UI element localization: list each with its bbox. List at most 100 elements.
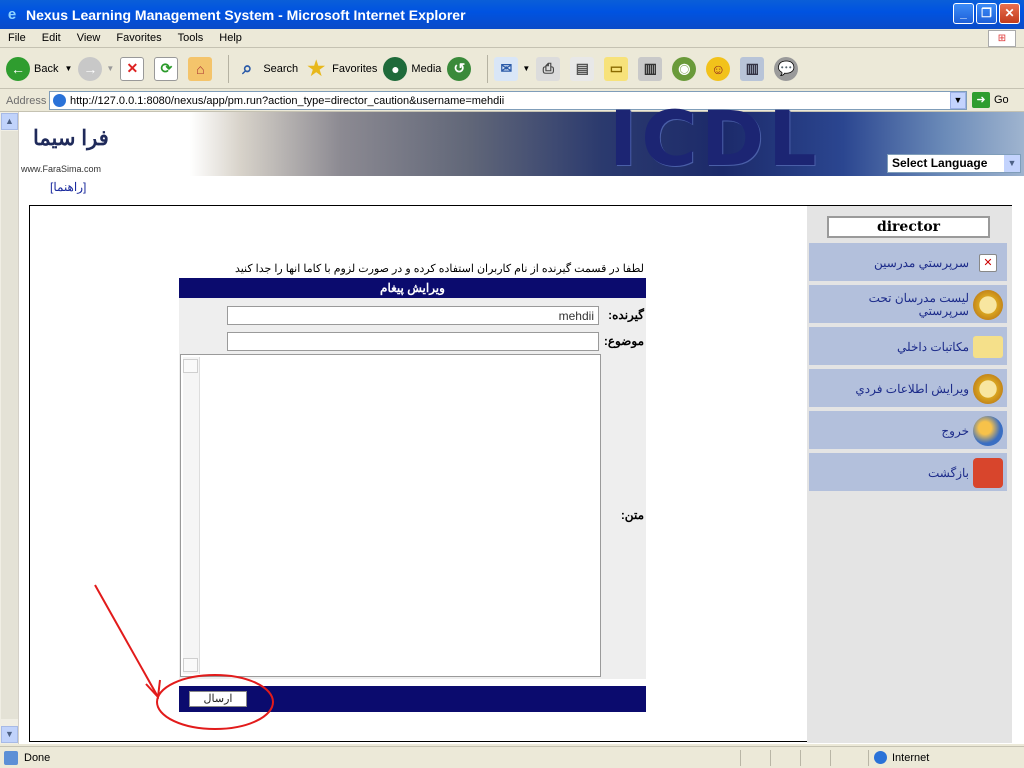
status-divider bbox=[830, 750, 831, 766]
menu-view[interactable]: View bbox=[69, 32, 109, 44]
go-label: Go bbox=[994, 94, 1009, 106]
status-bar: Done Internet bbox=[0, 746, 1024, 768]
maximize-button[interactable]: ❐ bbox=[976, 3, 997, 24]
envelope-icon bbox=[973, 336, 1003, 358]
toolbar: ← Back ▼ → ▼ ✕ ⟳ ⌂ ⌕ Search ★ Favorites … bbox=[0, 49, 1024, 89]
farasima-logo: فرا سیما bbox=[33, 127, 109, 150]
yahoo-button[interactable]: ☺ bbox=[706, 56, 734, 81]
exit-icon bbox=[973, 416, 1003, 446]
sidebar-item-label: خروج bbox=[941, 423, 969, 438]
menu-edit[interactable]: Edit bbox=[34, 32, 69, 44]
minimize-button[interactable]: _ bbox=[953, 3, 974, 24]
menu-tools[interactable]: Tools bbox=[170, 32, 212, 44]
sidebar: director ✕ سرپرستي مدرسين ليست مدرسان تح… bbox=[807, 206, 1012, 743]
address-dropdown-icon[interactable]: ▼ bbox=[950, 92, 966, 109]
form-footer: ارسال bbox=[179, 686, 646, 712]
go-arrow-icon: ➜ bbox=[972, 92, 990, 108]
compose-form: گيرنده: موضوع: متن: bbox=[179, 298, 646, 679]
menu-favorites[interactable]: Favorites bbox=[108, 32, 169, 44]
media-label: Media bbox=[411, 62, 442, 75]
discuss-button[interactable]: ▭ bbox=[604, 56, 632, 81]
sidebar-item-edit-profile[interactable]: ويرايش اطلاعات فردي bbox=[809, 369, 1007, 409]
status-divider bbox=[868, 750, 869, 766]
menu-bar: File Edit View Favorites Tools Help bbox=[0, 29, 1024, 48]
books-icon: ▥ bbox=[740, 56, 765, 81]
search-button[interactable]: ⌕ Search bbox=[235, 57, 298, 81]
globe-icon bbox=[874, 751, 887, 764]
sidebar-item-teacher-supervision[interactable]: ✕ سرپرستي مدرسين bbox=[809, 243, 1007, 283]
page-viewport: ▲ ▼ فرا سیما www.FaraSima.com ICDL Selec… bbox=[0, 94, 1024, 744]
edit-button[interactable]: ▤ bbox=[570, 56, 598, 81]
status-divider bbox=[800, 750, 801, 766]
close-box-icon: ✕ bbox=[979, 254, 997, 272]
sidebar-item-internal-mail[interactable]: مکاتبات داخلي bbox=[809, 327, 1007, 367]
sidebar-item-label: ويرايش اطلاعات فردي bbox=[855, 381, 969, 396]
status-divider bbox=[770, 750, 771, 766]
window-titlebar: e Nexus Learning Management System - Mic… bbox=[0, 0, 1024, 29]
textarea-scroll-up-icon[interactable] bbox=[183, 359, 198, 373]
magnifier-icon bbox=[973, 290, 1003, 320]
subject-input[interactable] bbox=[227, 332, 599, 351]
print-button[interactable]: ⎙ bbox=[536, 56, 564, 81]
refresh-icon: ⟳ bbox=[154, 56, 179, 81]
menu-help[interactable]: Help bbox=[211, 32, 250, 44]
mail-button[interactable]: ✉ ▼ bbox=[494, 56, 530, 81]
chevron-down-icon: ▼ bbox=[1004, 155, 1020, 172]
textarea-scrollbar[interactable] bbox=[183, 357, 200, 674]
vertical-scrollbar[interactable]: ▲ ▼ bbox=[0, 112, 19, 744]
speech-bubble-icon: 💬 bbox=[774, 56, 799, 81]
sidebar-item-back[interactable]: بازگشت bbox=[809, 453, 1007, 493]
close-button[interactable]: ✕ bbox=[999, 3, 1020, 24]
books-button[interactable]: ▥ bbox=[740, 56, 768, 81]
recipient-label: گيرنده: bbox=[608, 308, 644, 322]
research-button[interactable]: ▥ bbox=[638, 56, 666, 81]
page-status-icon bbox=[4, 750, 18, 765]
chat-button[interactable]: 💬 bbox=[774, 56, 802, 81]
body-textarea[interactable] bbox=[180, 354, 601, 677]
favorites-button[interactable]: ★ Favorites bbox=[304, 57, 377, 81]
textarea-scroll-down-icon[interactable] bbox=[183, 658, 198, 672]
menu-file[interactable]: File bbox=[0, 32, 34, 44]
star-icon: ★ bbox=[307, 58, 326, 80]
back-button[interactable]: ← Back ▼ bbox=[6, 56, 72, 81]
language-select[interactable]: Select Language ▼ bbox=[887, 154, 1021, 173]
note-icon: ▭ bbox=[604, 56, 629, 81]
sidebar-item-label: ليست مدرسان تحت سرپرستي bbox=[868, 291, 969, 318]
status-divider bbox=[740, 750, 741, 766]
scroll-thumb[interactable] bbox=[1, 131, 18, 719]
windows-logo-icon: ⊞ bbox=[988, 30, 1016, 47]
scroll-up-icon[interactable]: ▲ bbox=[1, 113, 18, 130]
forward-dropdown-icon[interactable]: ▼ bbox=[106, 64, 114, 73]
mail-dropdown-icon[interactable]: ▼ bbox=[522, 64, 530, 73]
subject-label: موضوع: bbox=[603, 334, 644, 348]
back-arrow-icon: ← bbox=[6, 56, 30, 81]
home-button[interactable]: ⌂ bbox=[188, 56, 216, 81]
scroll-down-icon[interactable]: ▼ bbox=[1, 726, 18, 743]
sidebar-item-supervised-teachers[interactable]: ليست مدرسان تحت سرپرستي bbox=[809, 285, 1007, 325]
messenger-button[interactable]: ◉ bbox=[672, 56, 700, 81]
refresh-button[interactable]: ⟳ bbox=[154, 56, 182, 81]
forward-button[interactable]: → ▼ bbox=[78, 56, 114, 81]
page-icon bbox=[53, 94, 66, 107]
sidebar-item-logout[interactable]: خروج bbox=[809, 411, 1007, 451]
history-icon: ↺ bbox=[447, 56, 472, 81]
favorites-label: Favorites bbox=[332, 62, 378, 75]
search-icon: ⌕ bbox=[242, 58, 253, 78]
home-icon bbox=[973, 458, 1003, 488]
logo-url: www.FaraSima.com bbox=[21, 164, 102, 174]
stop-icon: ✕ bbox=[120, 56, 145, 81]
recipient-input[interactable] bbox=[227, 306, 599, 325]
address-input[interactable] bbox=[49, 91, 967, 110]
send-button[interactable]: ارسال bbox=[189, 691, 247, 707]
smiley-icon: ☺ bbox=[706, 56, 731, 81]
media-button[interactable]: ● Media bbox=[383, 56, 442, 81]
toolbar-separator bbox=[228, 54, 230, 83]
search-label: Search bbox=[263, 62, 299, 75]
toolbar-separator bbox=[487, 54, 489, 83]
back-dropdown-icon[interactable]: ▼ bbox=[64, 64, 72, 73]
history-button[interactable]: ↺ bbox=[447, 56, 475, 81]
go-button[interactable]: ➜ Go bbox=[972, 92, 1009, 108]
stop-button[interactable]: ✕ bbox=[120, 56, 148, 81]
help-link[interactable]: [راهنما] bbox=[50, 180, 86, 194]
sidebar-item-label: مکاتبات داخلي bbox=[896, 339, 969, 354]
